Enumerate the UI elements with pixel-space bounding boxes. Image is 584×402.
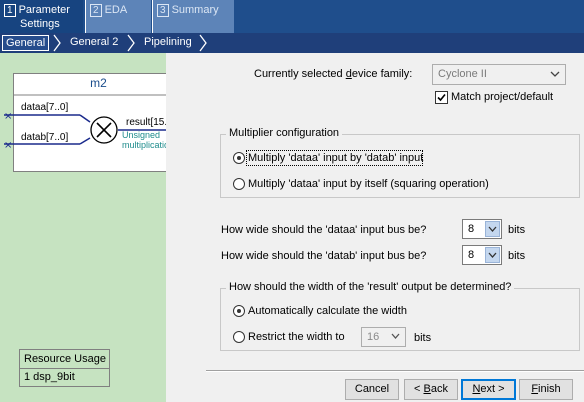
next-button[interactable]: Next > xyxy=(461,379,516,400)
multiplier-config-title: Multiplier configuration xyxy=(226,127,343,139)
multiply-a-by-b-radio[interactable] xyxy=(233,152,245,164)
cancel-button[interactable]: Cancel xyxy=(345,379,399,400)
resource-usage-title: Resource Usage xyxy=(20,350,109,369)
checkmark-icon xyxy=(437,93,446,102)
wizard-tab-bar: 1 Parameter Settings 2 EDA 3 Summary xyxy=(0,0,584,33)
tab-eda[interactable]: 2 EDA xyxy=(85,0,151,33)
device-family-select[interactable]: Cyclone II xyxy=(432,64,566,85)
tab-parameter-settings[interactable]: 1 Parameter Settings xyxy=(0,0,83,33)
chevron-right-icon xyxy=(127,34,135,52)
tab-label: Summary xyxy=(171,4,219,16)
auto-width-radio[interactable] xyxy=(233,305,245,317)
breadcrumb: General General 2 Pipelining xyxy=(0,33,584,53)
breadcrumb-general[interactable]: General xyxy=(2,35,50,51)
dataa-width-unit: bits xyxy=(508,224,526,236)
device-label-text: Currently selected xyxy=(254,68,346,80)
finish-button[interactable]: Finish xyxy=(519,379,573,400)
symbol-preview-panel: m2 × × dataa[7..0] datab[7..0] result[15… xyxy=(0,53,185,402)
match-project-label: Match project/default xyxy=(451,91,554,103)
svg-text:×: × xyxy=(4,111,12,122)
result-width-title: How should the width of the 'result' out… xyxy=(226,281,515,293)
restrict-width-label[interactable]: Restrict the width to xyxy=(248,331,345,343)
resource-usage-value: 1 dsp_9bit xyxy=(24,371,75,383)
back-button-text: < xyxy=(414,383,424,395)
dataa-width-value: 8 xyxy=(468,223,475,235)
parameter-settings-panel: Currently selected device family: Cyclon… xyxy=(166,53,584,402)
tab-number: 1 xyxy=(4,4,16,17)
button-separator xyxy=(206,370,584,372)
tab-label: EDA xyxy=(104,4,128,16)
tab-summary[interactable]: 3 Summary xyxy=(152,0,234,33)
auto-width-label[interactable]: Automatically calculate the width xyxy=(248,305,407,317)
chevron-down-icon xyxy=(488,226,497,232)
tab-number: 3 xyxy=(157,4,169,17)
resource-usage-box: Resource Usage 1 dsp_9bit xyxy=(19,349,110,387)
multiply-a-squared-radio[interactable] xyxy=(233,178,245,190)
restrict-width-select[interactable]: 16 xyxy=(361,327,406,347)
datab-width-unit: bits xyxy=(508,250,526,262)
device-family-value: Cyclone II xyxy=(438,68,487,80)
note-line1: Unsigned xyxy=(122,130,161,140)
restrict-width-radio[interactable] xyxy=(233,331,245,343)
input-b-label: datab[7..0] xyxy=(21,132,69,143)
restrict-width-value: 16 xyxy=(367,331,380,343)
restrict-width-unit: bits xyxy=(414,332,432,344)
next-button-text: ext > xyxy=(480,383,505,395)
input-a-label: dataa[7..0] xyxy=(21,102,69,113)
chevron-right-icon xyxy=(199,34,207,52)
breadcrumb-pipelining[interactable]: Pipelining xyxy=(140,35,196,51)
back-button-text2: ack xyxy=(430,383,448,395)
chevron-down-icon xyxy=(488,252,497,258)
dataa-width-label: How wide should the 'dataa' input bus be… xyxy=(221,224,427,236)
device-label-text2: evice family: xyxy=(351,68,413,80)
dataa-width-select[interactable]: 8 xyxy=(462,219,502,239)
back-button-accel: B xyxy=(423,383,431,395)
device-family-label: Currently selected device family: xyxy=(254,68,412,80)
multiplier-symbol: m2 × × dataa[7..0] datab[7..0] result[15… xyxy=(4,73,185,172)
tab-number: 2 xyxy=(90,4,102,17)
match-project-checkbox[interactable] xyxy=(435,91,448,104)
datab-width-dropdown[interactable] xyxy=(485,247,500,263)
multiply-a-by-b-label[interactable]: Multiply 'dataa' input by 'datab' input xyxy=(248,152,423,164)
chevron-down-icon xyxy=(391,333,400,339)
datab-width-label: How wide should the 'datab' input bus be… xyxy=(221,250,427,262)
tab-label-line2: Settings xyxy=(20,18,60,30)
datab-width-value: 8 xyxy=(468,249,475,261)
breadcrumb-general-2[interactable]: General 2 xyxy=(66,35,122,51)
finish-button-text: inish xyxy=(538,383,561,395)
chevron-down-icon xyxy=(550,71,560,77)
dataa-width-dropdown[interactable] xyxy=(485,221,500,237)
chevron-right-icon xyxy=(53,34,61,52)
tab-label-line1: Parameter xyxy=(18,4,70,16)
back-button[interactable]: < Back xyxy=(404,379,458,400)
svg-text:×: × xyxy=(4,140,12,151)
multiply-a-squared-label[interactable]: Multiply 'dataa' input by itself (squari… xyxy=(248,178,489,190)
restrict-width-dropdown[interactable] xyxy=(389,329,404,345)
datab-width-select[interactable]: 8 xyxy=(462,245,502,265)
